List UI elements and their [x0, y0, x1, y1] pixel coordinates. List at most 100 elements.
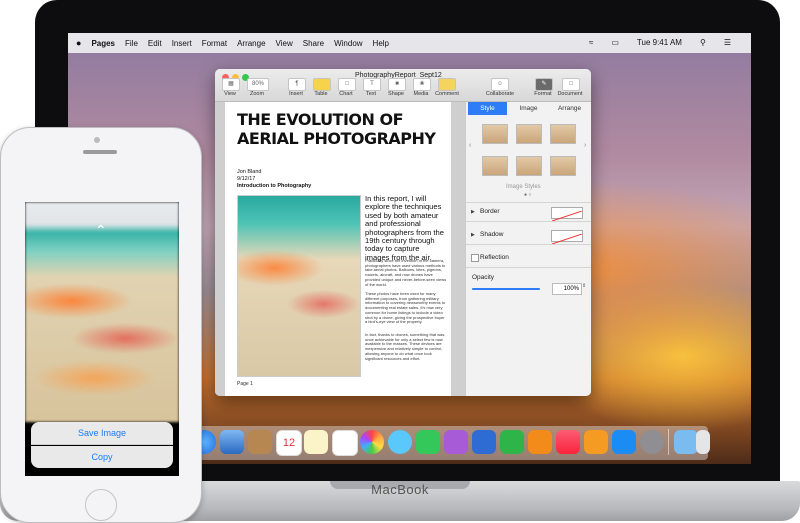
menu-item-format[interactable]: Format	[202, 39, 227, 48]
image-style-thumb[interactable]	[516, 124, 542, 144]
text-icon[interactable]: T	[363, 78, 381, 91]
zoom-select[interactable]: 80%	[247, 78, 269, 91]
divider	[466, 202, 591, 203]
facetime-icon[interactable]	[416, 430, 440, 454]
menu-item-arrange[interactable]: Arrange	[237, 39, 265, 48]
system-preferences-icon[interactable]	[640, 430, 664, 454]
photos-icon[interactable]	[360, 430, 384, 454]
table-icon[interactable]	[313, 78, 331, 91]
keynote-icon[interactable]	[472, 430, 496, 454]
border-label[interactable]: Border	[480, 208, 500, 215]
collaborate-label: Collaborate	[485, 91, 515, 97]
photo-preview-icon[interactable]	[220, 430, 244, 454]
search-icon[interactable]: ⚲	[700, 38, 706, 47]
page-number: Page 1	[237, 381, 253, 387]
notification-center-icon[interactable]: ☰	[724, 38, 731, 47]
airplay-icon[interactable]: ▭	[611, 38, 619, 47]
comment-icon[interactable]	[438, 78, 456, 91]
tab-arrange[interactable]: Arrange	[550, 102, 589, 115]
wifi-icon[interactable]: ≈	[589, 38, 593, 47]
earpiece	[83, 150, 117, 154]
intro-paragraph[interactable]: In this report, I will explore the techn…	[365, 194, 445, 262]
contacts-icon[interactable]	[248, 430, 272, 454]
menu-item-app[interactable]: Pages	[91, 39, 115, 48]
view-button[interactable]: ▦	[222, 78, 240, 91]
headline-line-1: THE EVOLUTION OF	[237, 110, 404, 129]
numbers-icon[interactable]	[500, 430, 524, 454]
image-style-thumb[interactable]	[516, 156, 542, 176]
image-style-thumb[interactable]	[550, 124, 576, 144]
opacity-value-field[interactable]: 100%	[552, 283, 582, 295]
menu-bar: ● Pages File Edit Insert Format Arrange …	[68, 33, 751, 53]
ibooks-icon[interactable]	[584, 430, 608, 454]
zoom-label: Zoom	[249, 91, 265, 97]
copy-button[interactable]: Copy	[31, 446, 173, 468]
home-button[interactable]	[85, 489, 117, 521]
opacity-label: Opacity	[472, 274, 495, 281]
reflection-checkbox[interactable]	[471, 254, 479, 262]
save-image-button[interactable]: Save Image	[31, 422, 173, 445]
tab-style[interactable]: Style	[468, 102, 507, 115]
insert-button[interactable]: ¶	[288, 78, 306, 91]
calendar-icon[interactable]: 12	[276, 430, 302, 456]
menu-item-window[interactable]: Window	[334, 39, 362, 48]
disclosure-triangle-icon[interactable]: ▶	[471, 232, 475, 238]
page-dots[interactable]: ● ○	[524, 192, 531, 198]
shadow-label[interactable]: Shadow	[480, 231, 504, 238]
menu-item-insert[interactable]: Insert	[172, 39, 192, 48]
stepper-icon[interactable]: ⇕	[582, 283, 586, 289]
body-paragraph-1[interactable]: Practically since the invention of the c…	[365, 258, 447, 287]
date-text[interactable]: 9/12/17	[237, 176, 255, 182]
collaborate-icon[interactable]: ☺	[491, 78, 509, 91]
music-icon[interactable]	[556, 430, 580, 454]
apple-menu-icon[interactable]: ●	[76, 38, 81, 48]
pages-icon[interactable]	[528, 430, 552, 454]
body-paragraph-2[interactable]: These photos have been used for many dif…	[365, 291, 447, 325]
shadow-style-swatch[interactable]	[551, 230, 583, 245]
border-style-swatch[interactable]	[551, 207, 583, 222]
format-button[interactable]: ✎	[535, 78, 553, 91]
app-store-icon[interactable]	[612, 430, 636, 454]
menu-item-help[interactable]: Help	[373, 39, 389, 48]
document-icon[interactable]: □	[562, 78, 580, 91]
chevron-up-icon[interactable]: ⌃	[95, 222, 107, 239]
document-canvas[interactable]: THE EVOLUTION OF AERIAL PHOTOGRAPHY Jon …	[215, 102, 465, 396]
tab-image[interactable]: Image	[509, 102, 548, 115]
image-style-thumb[interactable]	[482, 124, 508, 144]
notes-icon[interactable]	[304, 430, 328, 454]
chart-icon[interactable]: □	[338, 78, 356, 91]
menu-item-edit[interactable]: Edit	[148, 39, 162, 48]
downloads-folder-icon[interactable]	[674, 430, 698, 454]
format-label: Format	[534, 91, 552, 97]
shape-icon[interactable]: ■	[388, 78, 406, 91]
reminders-icon[interactable]	[332, 430, 358, 456]
view-label: View	[224, 91, 236, 97]
menu-item-share[interactable]: Share	[303, 39, 324, 48]
title-bar: PhotographyReport_Sept12 ▦ View 80% Zoom…	[215, 69, 591, 102]
aerial-beach-photo[interactable]	[237, 195, 361, 377]
messages-icon[interactable]	[388, 430, 412, 454]
body-paragraph-3[interactable]: In fact, thanks to drones, something tha…	[365, 332, 447, 361]
opacity-slider[interactable]	[472, 288, 540, 290]
clock-text[interactable]: Tue 9:41 AM	[637, 38, 682, 47]
menu-item-file[interactable]: File	[125, 39, 138, 48]
comment-label: Comment	[435, 91, 459, 97]
image-style-thumb[interactable]	[482, 156, 508, 176]
document-page[interactable]: THE EVOLUTION OF AERIAL PHOTOGRAPHY Jon …	[225, 102, 451, 396]
headline-line-2: AERIAL PHOTOGRAPHY	[237, 129, 436, 148]
image-style-thumb[interactable]	[550, 156, 576, 176]
trash-icon[interactable]	[696, 430, 710, 454]
menu-item-view[interactable]: View	[276, 39, 293, 48]
chevron-right-icon[interactable]: ›	[584, 142, 586, 149]
media-icon[interactable]: ❀	[413, 78, 431, 91]
subtitle-text[interactable]: Introduction to Photography	[237, 183, 311, 189]
author-text[interactable]: Jon Bland	[237, 169, 261, 175]
disclosure-triangle-icon[interactable]: ▶	[471, 209, 475, 215]
chevron-left-icon[interactable]: ‹	[469, 142, 471, 149]
format-sidebar: Style Image Arrange ‹ › Image Styles ● ○…	[465, 102, 591, 396]
dock-divider	[668, 429, 669, 455]
reflection-label[interactable]: Reflection	[480, 254, 509, 261]
front-camera	[94, 137, 100, 143]
itunes-store-icon[interactable]	[444, 430, 468, 454]
document-headline[interactable]: THE EVOLUTION OF AERIAL PHOTOGRAPHY	[237, 110, 447, 148]
